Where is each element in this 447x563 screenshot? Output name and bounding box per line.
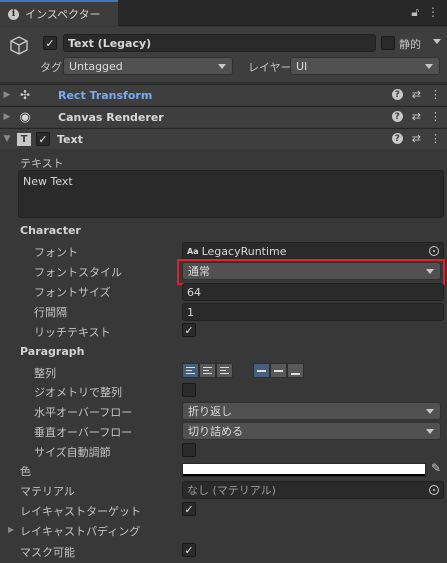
help-icon[interactable]: ?: [391, 89, 403, 100]
font-field[interactable]: Aa LegacyRuntime: [182, 242, 444, 260]
foldout-arrow-icon[interactable]: ▶: [0, 90, 14, 100]
line-spacing-input[interactable]: 1: [182, 303, 444, 321]
component-menu-icon[interactable]: ⋮: [430, 132, 441, 145]
layer-label: レイヤー: [248, 61, 292, 74]
tab-inspector[interactable]: i インスペクター: [0, 0, 118, 26]
inspector-header: ✓ Text (Legacy) 静的 タグ Untagged レイヤー UI: [0, 27, 447, 83]
alpha-bar: [183, 474, 425, 476]
chevron-down-icon: [425, 64, 433, 69]
best-fit-checkbox[interactable]: [182, 443, 196, 457]
maskable-checkbox[interactable]: ✓: [182, 543, 196, 557]
layer-dropdown[interactable]: UI: [290, 57, 440, 75]
align-center-icon[interactable]: [199, 363, 216, 378]
tab-icons: 🔓︎ ⋮: [411, 5, 439, 20]
tab-title: インスペクター: [25, 8, 101, 21]
help-icon[interactable]: ?: [391, 133, 403, 144]
help-icon[interactable]: ?: [391, 111, 403, 122]
active-checkbox[interactable]: ✓: [43, 36, 57, 50]
align-geometry-label: ジオメトリで整列: [34, 386, 122, 399]
chevron-down-icon: [426, 429, 434, 434]
material-label: マテリアル: [20, 485, 75, 498]
menu-icon[interactable]: ⋮: [427, 5, 439, 20]
preset-icon[interactable]: ⇄: [412, 132, 421, 145]
raycast-padding-label[interactable]: レイキャストパディング: [20, 523, 140, 539]
best-fit-label: サイズ自動調節: [34, 446, 111, 459]
gameobject-cube-icon: [8, 35, 30, 57]
align-bottom-icon[interactable]: [287, 363, 304, 378]
h-overflow-label: 水平オーバーフロー: [34, 406, 133, 419]
color-field[interactable]: [182, 463, 426, 477]
tag-dropdown[interactable]: Untagged: [63, 57, 233, 75]
component-canvas-renderer[interactable]: ▶ ◉ Canvas Renderer ? ⇄ ⋮: [0, 106, 447, 127]
material-field[interactable]: なし (マテリアル): [182, 481, 444, 499]
component-text[interactable]: ▼ T ✓ Text ? ⇄ ⋮: [0, 128, 447, 149]
font-asset-icon: Aa: [187, 246, 199, 256]
v-overflow-label: 垂直オーバーフロー: [34, 426, 133, 439]
tag-label: タグ: [40, 61, 62, 74]
v-overflow-dropdown[interactable]: 切り詰める: [182, 422, 441, 440]
rich-text-checkbox[interactable]: ✓: [182, 323, 196, 337]
font-style-dropdown[interactable]: 通常: [182, 262, 441, 280]
eyedropper-icon[interactable]: ✎: [431, 461, 441, 475]
alignment-label: 整列: [34, 367, 56, 380]
component-menu-icon[interactable]: ⋮: [430, 110, 441, 123]
align-left-icon[interactable]: [182, 363, 199, 378]
font-size-input[interactable]: 64: [182, 283, 444, 301]
font-style-label: フォントスタイル: [34, 266, 122, 279]
align-middle-icon[interactable]: [270, 363, 287, 378]
text-enabled-checkbox[interactable]: ✓: [36, 132, 50, 146]
preset-icon[interactable]: ⇄: [412, 88, 421, 101]
color-label: 色: [20, 465, 31, 478]
raycast-target-checkbox[interactable]: ✓: [182, 502, 196, 516]
lock-icon[interactable]: 🔓︎: [411, 5, 419, 20]
paragraph-header: Paragraph: [20, 345, 85, 358]
text-area[interactable]: New Text: [18, 170, 444, 218]
object-name-input[interactable]: Text (Legacy): [63, 34, 376, 52]
chevron-down-icon: [426, 269, 434, 274]
text-component-icon: T: [17, 132, 31, 146]
tab-bar: i インスペクター 🔓︎ ⋮: [0, 0, 447, 26]
component-menu-icon[interactable]: ⋮: [430, 88, 441, 101]
static-checkbox[interactable]: [381, 36, 395, 50]
chevron-down-icon: [426, 409, 434, 414]
text-field-label: テキスト: [20, 157, 64, 170]
chevron-down-icon: [218, 64, 226, 69]
static-dropdown-icon[interactable]: [433, 39, 441, 44]
canvas-renderer-title: Canvas Renderer: [58, 110, 164, 124]
align-right-icon[interactable]: [216, 363, 233, 378]
align-geometry-checkbox[interactable]: [182, 383, 196, 397]
rect-transform-icon: ✣: [19, 88, 31, 102]
object-picker-icon[interactable]: [429, 246, 439, 256]
info-icon: i: [8, 8, 19, 20]
foldout-arrow-icon[interactable]: ▶: [0, 112, 14, 122]
align-top-icon[interactable]: [253, 363, 270, 378]
component-rect-transform[interactable]: ▶ ✣ Rect Transform ? ⇄ ⋮: [0, 84, 447, 105]
vertical-alignment-group: [253, 363, 304, 378]
rich-text-label: リッチテキスト: [34, 326, 111, 339]
line-spacing-label: 行間隔: [34, 306, 67, 319]
maskable-label: マスク可能: [20, 546, 75, 559]
text-title: Text: [57, 132, 83, 146]
font-label: フォント: [34, 246, 78, 259]
preset-icon[interactable]: ⇄: [412, 110, 421, 123]
h-overflow-dropdown[interactable]: 折り返し: [182, 402, 441, 420]
horizontal-alignment-group: [182, 363, 233, 378]
font-size-label: フォントサイズ: [34, 286, 111, 299]
rect-transform-title: Rect Transform: [58, 88, 153, 102]
raycast-target-label: レイキャストターゲット: [20, 505, 141, 518]
object-picker-icon[interactable]: [429, 485, 439, 495]
static-label: 静的: [399, 38, 421, 51]
foldout-arrow-open-icon[interactable]: ▼: [0, 134, 14, 144]
character-header: Character: [20, 224, 81, 237]
eye-icon: ◉: [19, 109, 31, 125]
raycast-padding-foldout-icon[interactable]: ▶: [8, 525, 14, 534]
